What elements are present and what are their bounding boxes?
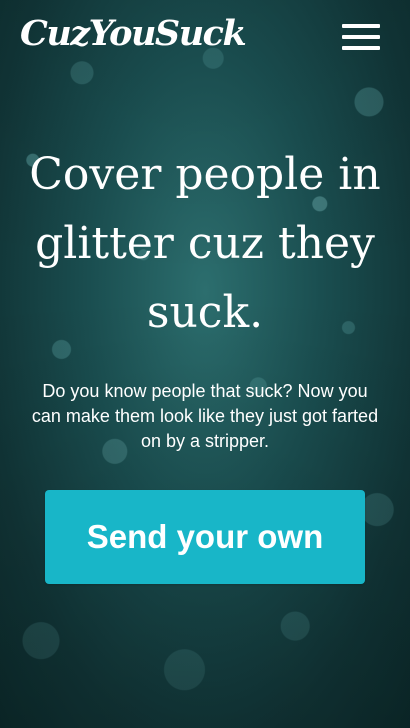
menu-line [342, 24, 380, 28]
hamburger-menu-icon[interactable] [342, 24, 380, 50]
menu-line [342, 35, 380, 39]
hero-section: Cover people in glitter cuz they suck. D… [0, 140, 410, 454]
logo[interactable]: CuzYouSuck [20, 12, 247, 56]
menu-line [342, 46, 380, 50]
hero-headline: Cover people in glitter cuz they suck. [29, 149, 381, 338]
send-your-own-button[interactable]: Send your own [45, 490, 365, 584]
hero-subtext: Do you know people that suck? Now you ca… [31, 381, 379, 451]
site-header: CuzYouSuck [0, 0, 410, 72]
